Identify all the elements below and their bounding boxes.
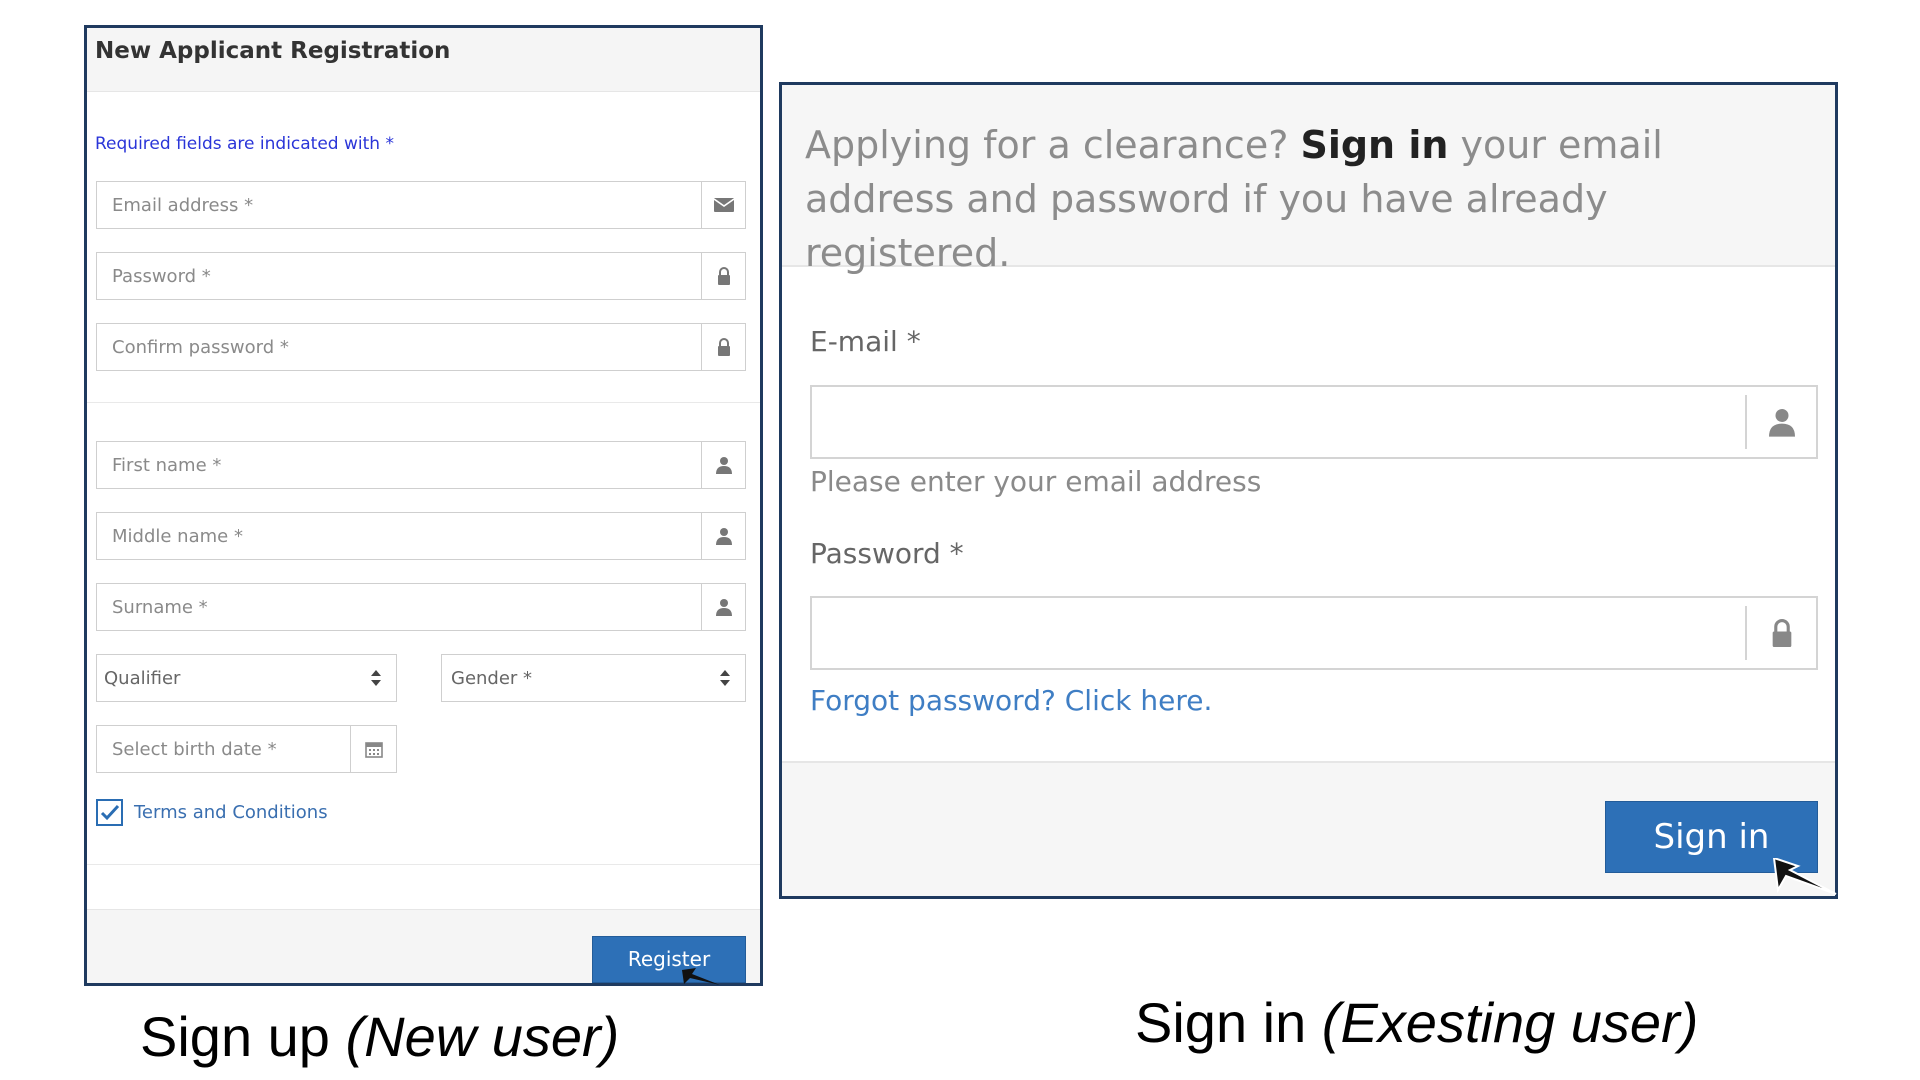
password-label: Password * [810,537,964,570]
signup-caption-note: (New user) [345,1005,620,1068]
first-name-placeholder: First name * [112,455,222,476]
forgot-password-link[interactable]: Forgot password? Click here. [810,684,1212,717]
middle-name-placeholder: Middle name * [112,526,243,547]
registration-title: New Applicant Registration [95,38,451,64]
surname-field[interactable]: Surname * [96,583,746,631]
registration-panel: New Applicant Registration Required fiel… [84,25,763,986]
user-icon [701,513,745,559]
terms-link[interactable]: Terms and Conditions [134,802,328,823]
surname-placeholder: Surname * [112,597,208,618]
terms-checkbox[interactable] [96,799,123,826]
signin-panel: Applying for a clearance? Sign in your e… [779,82,1838,899]
birth-date-field[interactable]: Select birth date * [96,725,397,773]
email-placeholder: Email address * [112,195,254,216]
lock-icon [701,253,745,299]
user-icon [701,442,745,488]
first-name-field[interactable]: First name * [96,441,746,489]
user-icon [1745,395,1816,449]
password-field[interactable]: Password * [96,252,746,300]
signin-heading-emphasis: Sign in [1300,123,1449,167]
signin-heading: Applying for a clearance? Sign in your e… [805,118,1805,280]
lock-icon [1745,606,1816,660]
registration-header: New Applicant Registration [87,28,760,92]
register-button[interactable]: Register [592,936,746,983]
middle-name-field[interactable]: Middle name * [96,512,746,560]
email-help-text: Please enter your email address [810,465,1262,498]
email-label: E-mail * [810,325,921,358]
password-placeholder: Password * [112,266,211,287]
section-divider [87,864,760,865]
envelope-icon [701,182,745,228]
birth-date-placeholder: Select birth date * [112,739,277,760]
confirm-password-placeholder: Confirm password * [112,337,289,358]
signin-heading-intro: Applying for a clearance? [805,123,1301,167]
email-input[interactable] [810,385,1818,459]
signup-caption: Sign up (New user) [140,1004,619,1069]
gender-select[interactable]: Gender * [441,654,746,702]
signin-caption: Sign in (Exesting user) [1135,990,1698,1055]
calendar-icon [350,726,396,772]
required-fields-note: Required fields are indicated with * [95,134,394,154]
signin-caption-text: Sign in [1135,991,1322,1054]
signin-header: Applying for a clearance? Sign in your e… [782,85,1835,275]
section-divider [87,402,760,403]
gender-value: Gender * [451,668,533,689]
qualifier-value: Qualifier [104,668,181,689]
signin-caption-note: (Exesting user) [1321,991,1699,1054]
registration-footer: Register [87,909,760,983]
lock-icon [701,324,745,370]
confirm-password-field[interactable]: Confirm password * [96,323,746,371]
signup-caption-text: Sign up [140,1005,346,1068]
qualifier-select[interactable]: Qualifier [96,654,397,702]
signin-footer: Sign in [782,761,1835,896]
mouse-cursor-icon [1772,858,1837,895]
password-input[interactable] [810,596,1818,670]
user-icon [701,584,745,630]
updown-caret-icon [370,667,382,689]
email-field[interactable]: Email address * [96,181,746,229]
checkmark-icon [100,804,120,821]
updown-caret-icon [719,667,731,689]
mouse-cursor-icon [682,968,720,985]
